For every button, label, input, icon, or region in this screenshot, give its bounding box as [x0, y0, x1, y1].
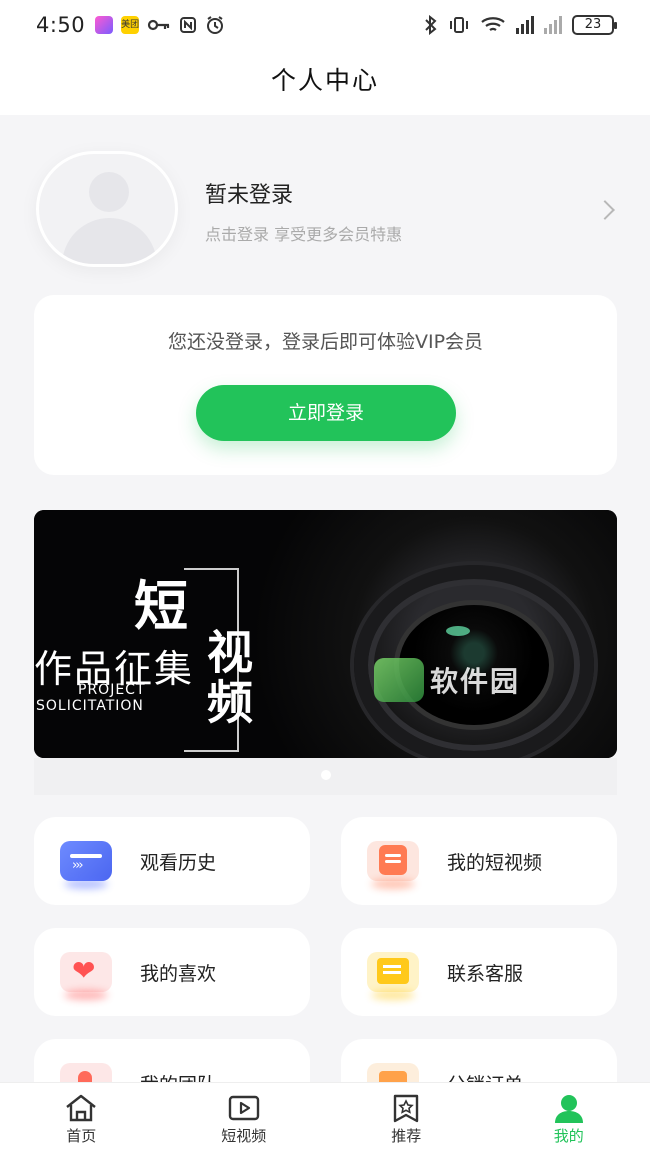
- banner-big-chars: 视频: [200, 628, 254, 728]
- login-button[interactable]: 立即登录: [196, 385, 456, 441]
- carousel-dots: [34, 770, 617, 780]
- menu-customer-service[interactable]: 联系客服: [341, 928, 617, 1016]
- video-play-icon: [227, 1093, 261, 1123]
- banner-en-line-2: SOLICITATION: [36, 698, 144, 714]
- profile-subtitle: 点击登录 享受更多会员特惠: [205, 225, 403, 244]
- nav-home[interactable]: 首页: [0, 1083, 163, 1156]
- carousel-dot-active[interactable]: [320, 770, 331, 780]
- signal-4g-icon: [516, 16, 534, 34]
- nav-mine[interactable]: 我的: [488, 1083, 650, 1156]
- bottom-nav: 首页 短视频 推荐 我的: [0, 1082, 650, 1156]
- avatar-body-icon: [62, 218, 157, 264]
- watermark-logo-icon: [374, 658, 424, 702]
- nav-label: 首页: [66, 1127, 97, 1145]
- nav-short-video[interactable]: 短视频: [163, 1083, 326, 1156]
- watermark: 软件园: [374, 658, 520, 702]
- chevron-right-icon[interactable]: [595, 200, 615, 220]
- menu-watch-history[interactable]: 观看历史: [34, 817, 310, 905]
- nav-label: 短视频: [221, 1127, 267, 1145]
- status-time: 4:50: [36, 13, 86, 37]
- menu-my-likes[interactable]: 我的喜欢: [34, 928, 310, 1016]
- user-icon: [552, 1093, 586, 1123]
- recommend-star-icon: [389, 1093, 423, 1123]
- home-icon: [64, 1093, 98, 1123]
- menu-my-videos[interactable]: 我的短视频: [341, 817, 617, 905]
- profile-name[interactable]: 暂未登录: [205, 177, 293, 209]
- nav-recommend[interactable]: 推荐: [325, 1083, 488, 1156]
- signal-sim2-icon: [544, 16, 562, 34]
- bluetooth-icon: [425, 15, 437, 35]
- login-hint: 您还没登录，登录后即可体验VIP会员: [167, 331, 484, 353]
- avatar[interactable]: [36, 151, 178, 267]
- status-right-icons: 23: [424, 15, 617, 35]
- menu-label: 我的喜欢: [140, 962, 217, 985]
- nav-label: 我的: [553, 1127, 584, 1145]
- status-bar: 4:50 美团 23: [0, 0, 650, 50]
- avatar-head-icon: [89, 172, 129, 212]
- key-icon: [148, 19, 170, 31]
- page-header: 个人中心: [0, 50, 650, 115]
- my-video-icon: [367, 841, 419, 889]
- profile-section[interactable]: 暂未登录 点击登录 享受更多会员特惠: [0, 115, 650, 295]
- banner-big-char: 短: [134, 575, 188, 638]
- banner-image[interactable]: 短 视频 作品征集 PROJECT SOLICITATION 软件园: [34, 510, 617, 758]
- menu-label: 观看历史: [140, 851, 217, 874]
- history-icon: [60, 841, 112, 889]
- heart-icon: [60, 952, 112, 1000]
- battery-indicator: 23: [572, 15, 617, 35]
- meituan-notification-icon: 美团: [121, 16, 139, 34]
- login-card: 您还没登录，登录后即可体验VIP会员 立即登录: [34, 295, 617, 475]
- alarm-icon: [207, 16, 224, 34]
- banner-carousel[interactable]: 短 视频 作品征集 PROJECT SOLICITATION 软件园: [34, 510, 617, 795]
- status-left-icons: 美团: [95, 15, 225, 35]
- app-notification-icon: [95, 16, 114, 34]
- vibrate-icon: [450, 17, 468, 33]
- watermark-text: 软件园: [430, 665, 521, 698]
- banner-en-line-1: PROJECT: [78, 682, 146, 698]
- customer-service-icon: [367, 952, 419, 1000]
- menu-label: 我的短视频: [447, 851, 543, 874]
- nfc-icon: [180, 17, 197, 33]
- page-title: 个人中心: [270, 66, 379, 95]
- wifi-icon: [481, 17, 505, 31]
- menu-label: 联系客服: [447, 962, 524, 985]
- nav-label: 推荐: [391, 1127, 422, 1145]
- camera-lens-reflection: [446, 626, 470, 636]
